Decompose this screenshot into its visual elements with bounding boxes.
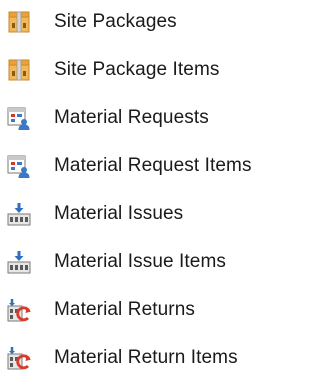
nav-item-label: Material Issue Items — [54, 251, 226, 272]
nav-item-label: Site Packages — [54, 11, 177, 32]
nav-item-label: Material Return Items — [54, 347, 238, 368]
nav-item-material-return-items[interactable]: Material Return Items — [0, 338, 299, 378]
nav-item-site-package-items[interactable]: Site Package Items — [0, 50, 299, 90]
nav-item-material-issue-items[interactable]: Material Issue Items — [0, 242, 299, 282]
nav-item-label: Material Request Items — [54, 155, 252, 176]
material-issue-icon — [6, 249, 32, 275]
material-return-icon — [6, 345, 32, 371]
nav-item-material-request-items[interactable]: Material Request Items — [0, 146, 299, 186]
material-issue-icon — [6, 201, 32, 227]
package-icon — [6, 9, 32, 35]
nav-item-material-requests[interactable]: Material Requests — [0, 98, 299, 138]
nav-item-material-returns[interactable]: Material Returns — [0, 290, 299, 330]
material-request-icon — [6, 153, 32, 179]
nav-item-label: Material Issues — [54, 203, 184, 224]
nav-item-site-packages[interactable]: Site Packages — [0, 2, 299, 42]
nav-item-label: Site Package Items — [54, 59, 220, 80]
package-icon — [6, 57, 32, 83]
material-return-icon — [6, 297, 32, 323]
material-request-icon — [6, 105, 32, 131]
nav-item-material-issues[interactable]: Material Issues — [0, 194, 299, 234]
nav-item-label: Material Returns — [54, 299, 195, 320]
nav-item-label: Material Requests — [54, 107, 209, 128]
